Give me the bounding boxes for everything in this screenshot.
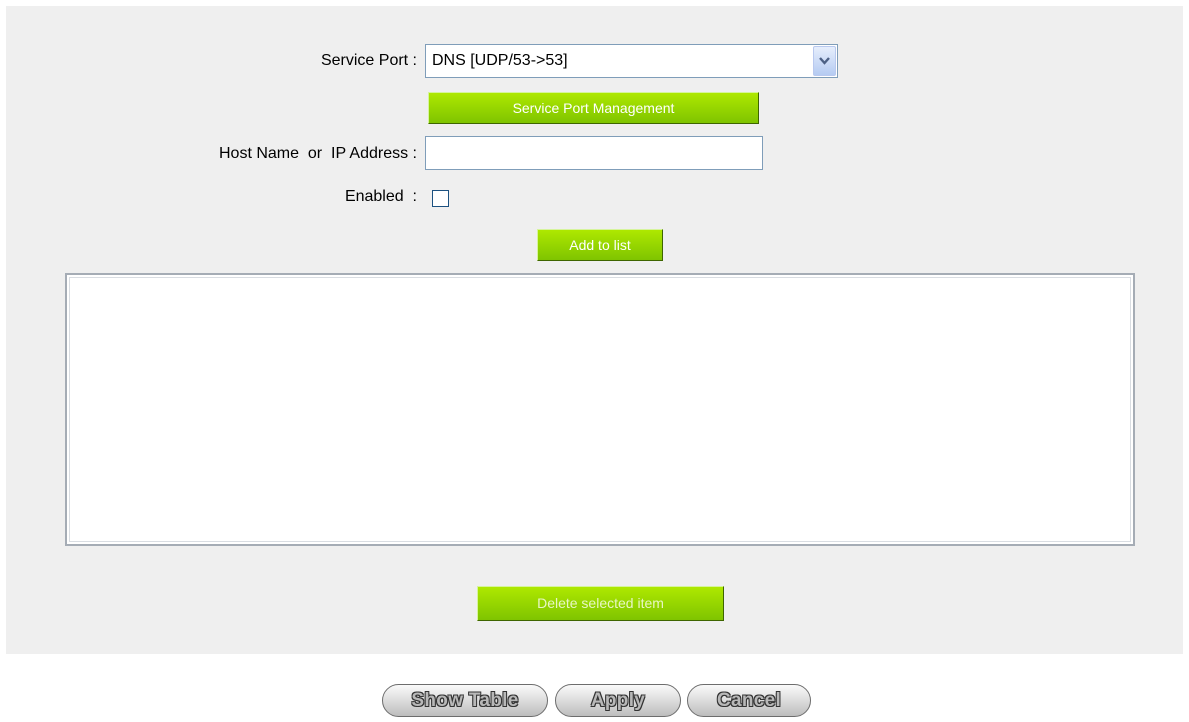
- service-port-selected-value: DNS [UDP/53->53]: [432, 52, 568, 69]
- host-label: Host Name or IP Address :: [218, 145, 417, 162]
- enabled-checkbox[interactable]: [432, 190, 449, 207]
- apply-button[interactable]: Apply: [555, 684, 681, 717]
- dropdown-button[interactable]: [813, 46, 836, 76]
- chevron-down-icon: [819, 57, 830, 65]
- service-port-label: Service Port :: [320, 52, 417, 69]
- cancel-button[interactable]: Cancel: [687, 684, 811, 717]
- service-port-select[interactable]: DNS [UDP/53->53]: [425, 44, 838, 78]
- host-input[interactable]: [425, 136, 763, 170]
- enabled-label: Enabled :: [344, 188, 417, 205]
- page: Service Port : DNS [UDP/53->53] Service …: [0, 0, 1189, 722]
- show-table-button[interactable]: Show Table: [382, 684, 548, 717]
- entry-listbox[interactable]: [65, 273, 1135, 546]
- add-to-list-button[interactable]: Add to list: [537, 229, 663, 261]
- listbox-inner: [69, 277, 1131, 542]
- service-port-management-button[interactable]: Service Port Management: [428, 92, 759, 124]
- delete-selected-button[interactable]: Delete selected item: [477, 586, 724, 621]
